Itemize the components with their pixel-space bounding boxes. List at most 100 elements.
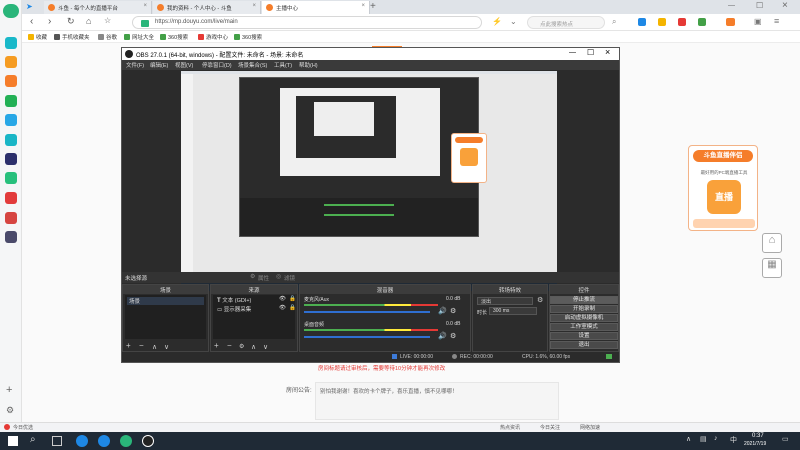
lightning-icon[interactable]: ⚡ <box>492 17 502 26</box>
settings-button[interactable]: 设置 <box>550 332 618 340</box>
steam-icon[interactable] <box>76 435 88 447</box>
add-icon[interactable]: + <box>6 384 12 396</box>
sidebar-app-icon[interactable] <box>5 114 17 126</box>
volume-icon[interactable]: ♪ <box>714 435 718 442</box>
sidebar-app-icon[interactable] <box>5 134 17 146</box>
tray-up-icon[interactable]: ∧ <box>686 435 691 443</box>
sidebar-app-icon[interactable] <box>5 231 17 243</box>
visibility-icon[interactable]: 👁 <box>279 305 286 311</box>
bookmark-item[interactable]: 360搜索 <box>234 33 262 41</box>
notification-icon[interactable]: ▭ <box>782 435 789 443</box>
menu-tools[interactable]: 工具(T) <box>274 61 292 69</box>
sidebar-app-icon[interactable] <box>5 172 17 184</box>
exit-button[interactable]: 退出 <box>550 341 618 349</box>
home-icon[interactable]: ⌂ <box>86 16 91 26</box>
bookmark-item[interactable]: 360搜索 <box>160 33 188 41</box>
speaker-icon[interactable]: 🔊 <box>438 332 447 340</box>
menu-icon[interactable]: ≡ <box>774 16 779 26</box>
close-icon[interactable]: × <box>252 3 256 9</box>
bookmark-item[interactable]: 收藏 <box>28 33 47 41</box>
sidebar-app-icon[interactable] <box>5 95 17 107</box>
add-source-button[interactable]: + <box>214 341 219 350</box>
extension-icon[interactable] <box>638 18 646 26</box>
bookmark-item[interactable]: 网址大全 <box>124 33 154 41</box>
gear-icon[interactable]: ⚙ <box>450 332 456 340</box>
close-window-button[interactable]: × <box>782 0 788 11</box>
sidebar-app-icon[interactable] <box>5 192 17 204</box>
scene-item[interactable]: 场景 <box>127 297 204 305</box>
speaker-icon[interactable]: 🔊 <box>438 307 447 315</box>
status-item[interactable]: 网络加速 <box>580 424 600 431</box>
home-float-icon[interactable]: ⌂ <box>762 233 782 253</box>
source-item-display[interactable]: ▭ 显示器采集 👁 🔒 <box>215 305 296 313</box>
properties-button[interactable]: 属性 <box>258 274 269 282</box>
address-bar[interactable]: https://mp.douyu.com/live/main <box>132 16 482 29</box>
remove-source-button[interactable]: − <box>227 341 232 350</box>
send-icon[interactable]: ➤ <box>26 2 33 11</box>
search-icon[interactable]: ⌕ <box>30 434 36 445</box>
properties-icon[interactable]: ⚙ <box>250 273 255 280</box>
minimize-button[interactable]: — <box>569 49 576 56</box>
close-icon[interactable]: × <box>361 3 365 9</box>
menu-scene-collection[interactable]: 场景集合(S) <box>238 61 267 69</box>
360-browser-icon[interactable] <box>120 435 132 447</box>
refresh-icon[interactable]: ↻ <box>67 16 75 27</box>
move-down-icon[interactable]: ∨ <box>164 343 169 351</box>
start-recording-button[interactable]: 开始录制 <box>550 305 618 313</box>
move-up-icon[interactable]: ∧ <box>251 343 256 351</box>
clock-time[interactable]: 0:37 <box>752 433 764 439</box>
maximize-button[interactable]: ☐ <box>587 48 594 57</box>
status-left-label[interactable]: 今日优选 <box>13 424 33 431</box>
mic-volume-slider[interactable] <box>304 311 430 313</box>
live-companion-ad[interactable]: 斗鱼直播伴侣 最好用的PC端直播工具 直播 <box>688 145 758 231</box>
back-icon[interactable]: ‹ <box>30 16 33 27</box>
gear-icon[interactable]: ⚙ <box>450 307 456 315</box>
gear-icon[interactable]: ⚙ <box>537 296 543 304</box>
move-up-icon[interactable]: ∧ <box>152 343 157 351</box>
stop-streaming-button[interactable]: 停止推流 <box>550 296 618 304</box>
source-settings-icon[interactable]: ⚙ <box>239 343 244 350</box>
new-tab-button[interactable]: + <box>370 1 376 12</box>
menu-view[interactable]: 视图(V) <box>175 61 193 69</box>
gift-icon[interactable]: ▣ <box>754 17 762 26</box>
extension-icon[interactable] <box>698 18 706 26</box>
studio-mode-button[interactable]: 工作室模式 <box>550 323 618 331</box>
menu-edit[interactable]: 编辑(E) <box>150 61 168 69</box>
qrcode-float-icon[interactable]: ▦ <box>762 258 782 278</box>
sidebar-app-icon[interactable] <box>5 37 17 49</box>
start-virtual-camera-button[interactable]: 启动虚拟摄像机 <box>550 314 618 322</box>
sidebar-app-icon[interactable] <box>5 56 17 68</box>
move-down-icon[interactable]: ∨ <box>263 343 268 351</box>
bookmark-item[interactable]: 游戏中心 <box>198 33 228 41</box>
status-item[interactable]: 今日关注 <box>540 424 560 431</box>
browser-logo-icon[interactable] <box>3 4 19 18</box>
ad-cta[interactable] <box>693 219 755 228</box>
network-icon[interactable]: ▤ <box>700 435 707 443</box>
settings-icon[interactable]: ⚙ <box>6 405 14 416</box>
desktop-volume-slider[interactable] <box>304 336 430 338</box>
tab-profile[interactable]: 我的资料 - 个人中心 - 斗鱼 × <box>153 1 261 14</box>
search-icon[interactable]: ⌕ <box>612 17 616 27</box>
lock-icon[interactable]: 🔒 <box>289 296 296 302</box>
extension-icon[interactable] <box>726 18 735 26</box>
announcement-textarea[interactable]: 别怕我谢谢！喜欢的卡个牌子，喜乐直播，慎不见哪哪！ <box>315 382 559 420</box>
task-view-icon[interactable] <box>52 436 62 446</box>
clock-date[interactable]: 2021/7/19 <box>744 441 766 447</box>
preview-canvas[interactable] <box>181 71 557 291</box>
sidebar-app-icon[interactable] <box>5 153 17 165</box>
sidebar-app-icon[interactable] <box>5 212 17 224</box>
bookmark-item[interactable]: 手机收藏夹 <box>54 33 90 41</box>
menu-file[interactable]: 文件(F) <box>126 61 144 69</box>
close-icon[interactable]: × <box>143 3 147 9</box>
windows-start-icon[interactable] <box>8 436 18 446</box>
duration-input[interactable]: 300 ms <box>489 307 537 315</box>
bookmark-item[interactable]: 谷歌 <box>98 33 117 41</box>
menu-help[interactable]: 帮助(H) <box>299 61 318 69</box>
tab-douyu-home[interactable]: 斗鱼 - 每个人的直播平台 × <box>44 1 152 14</box>
add-scene-button[interactable]: + <box>126 341 131 350</box>
menu-docks[interactable]: 停靠窗口(D) <box>202 61 232 69</box>
extension-icon[interactable] <box>658 18 666 26</box>
ime-icon[interactable]: 中 <box>730 435 737 445</box>
forward-icon[interactable]: › <box>48 16 51 27</box>
transition-select[interactable]: 淡出 <box>477 297 533 305</box>
